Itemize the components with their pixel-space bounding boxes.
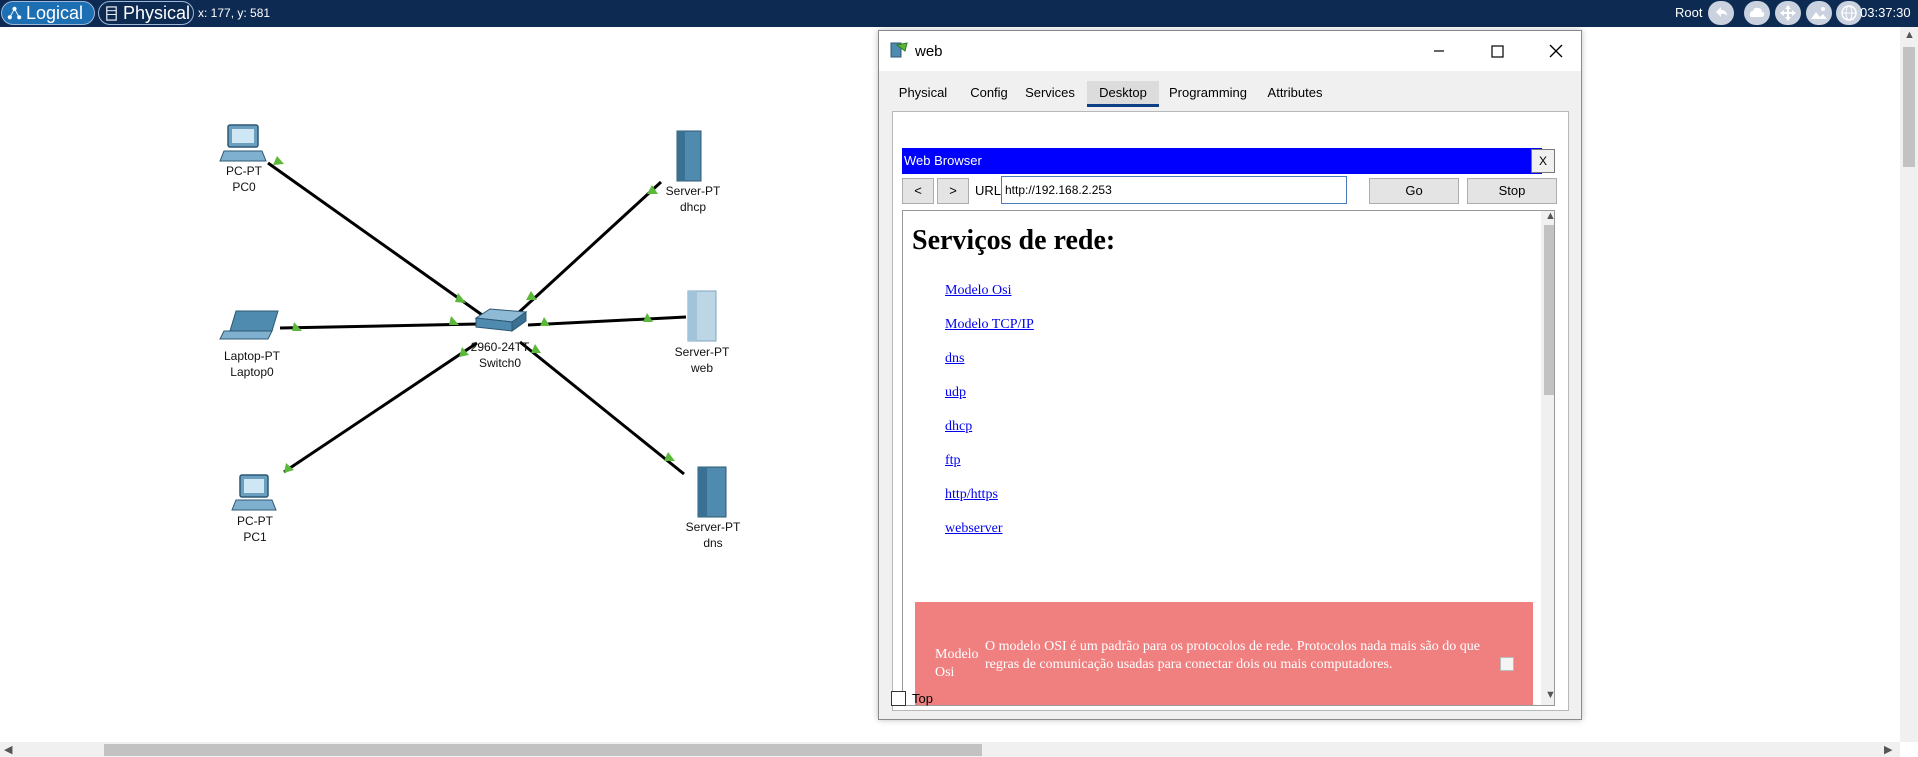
url-input[interactable]: http://192.168.2.253 xyxy=(1001,176,1347,204)
tab-config[interactable]: Config xyxy=(963,81,1015,107)
osi-section-text: O modelo OSI é um padrão para os protoco… xyxy=(985,639,1480,672)
page-scrollbar[interactable]: ▲ ▼ xyxy=(1541,211,1554,705)
device-window: web Physical Config Services Desktop Pro… xyxy=(878,30,1582,720)
scroll-up-icon[interactable]: ▲ xyxy=(1904,29,1915,41)
cursor-coordinates: x: 177, y: 581 xyxy=(198,6,271,20)
cloud-icon[interactable] xyxy=(1744,1,1770,25)
pc1-icon xyxy=(231,474,277,511)
top-bar: Logical Physical x: 177, y: 581 Root 03:… xyxy=(0,0,1918,27)
server-dhcp-icon xyxy=(676,130,702,182)
tab-physical[interactable]: Physical xyxy=(887,81,959,107)
link-web-switch xyxy=(527,315,687,327)
link-status-icon xyxy=(449,316,459,325)
link-webserver[interactable]: webserver xyxy=(945,521,1003,537)
move-icon[interactable] xyxy=(1775,1,1801,25)
workspace-horizontal-scrollbar[interactable]: ◀ ▶ xyxy=(0,742,1900,757)
device-label-switch0[interactable]: 2960-24TT Switch0 xyxy=(468,339,532,371)
back-button[interactable]: < xyxy=(902,178,934,204)
back-icon[interactable] xyxy=(1708,1,1734,25)
topology-links xyxy=(219,124,727,518)
link-laptop0-switch xyxy=(279,322,479,330)
close-icon xyxy=(1549,44,1563,58)
maximize-icon xyxy=(1491,45,1504,58)
scroll-down-icon[interactable]: ▼ xyxy=(1545,689,1554,701)
page-scrollbar-thumb[interactable] xyxy=(1544,225,1554,395)
link-status-icon xyxy=(531,344,541,353)
logical-workspace[interactable]: PC-PT PC0 Laptop-PT Laptop0 PC-PT PC1 29… xyxy=(0,27,870,742)
forward-button[interactable]: > xyxy=(937,178,969,204)
web-page-viewport[interactable]: Serviços de rede: Modelo Osi Modelo TCP/… xyxy=(902,210,1555,706)
window-title: web xyxy=(915,43,943,60)
link-http-https[interactable]: http/https xyxy=(945,487,998,503)
close-button[interactable] xyxy=(1542,39,1570,63)
browser-close-button[interactable]: X xyxy=(1531,149,1555,173)
link-dhcp[interactable]: dhcp xyxy=(945,419,972,435)
link-udp[interactable]: udp xyxy=(945,385,966,401)
link-status-icon xyxy=(273,156,284,165)
device-label-web[interactable]: Server-PT web xyxy=(670,344,734,376)
top-checkbox-label: Top xyxy=(912,691,933,706)
scroll-up-icon[interactable]: ▲ xyxy=(1545,211,1554,222)
image-icon[interactable] xyxy=(1806,1,1832,25)
link-status-icon xyxy=(540,317,550,326)
go-button[interactable]: Go xyxy=(1369,178,1459,204)
vertical-scrollbar-thumb[interactable] xyxy=(1903,47,1915,167)
server-web-icon xyxy=(687,290,717,342)
clock: 03:37:30 xyxy=(1860,5,1911,20)
server-dns-icon xyxy=(697,466,727,518)
physical-view-button[interactable]: Physical xyxy=(98,1,194,25)
stop-button[interactable]: Stop xyxy=(1467,178,1557,204)
web-browser-title: Web Browser xyxy=(902,148,1542,174)
pc0-icon xyxy=(219,124,267,162)
link-modelo-osi[interactable]: Modelo Osi xyxy=(945,283,1012,299)
link-ftp[interactable]: ftp xyxy=(945,453,961,469)
scroll-right-icon[interactable]: ▶ xyxy=(1884,743,1892,756)
device-label-dns[interactable]: Server-PT dns xyxy=(681,519,745,551)
url-label: URL xyxy=(975,183,1002,198)
root-label[interactable]: Root xyxy=(1675,5,1702,20)
scroll-left-icon[interactable]: ◀ xyxy=(4,743,12,756)
tab-services[interactable]: Services xyxy=(1017,81,1083,107)
horizontal-scrollbar-thumb[interactable] xyxy=(104,744,982,756)
link-status-icon xyxy=(664,452,675,461)
osi-section-title: Modelo Osi xyxy=(935,647,979,680)
page-heading: Serviços de rede: xyxy=(912,225,1116,256)
device-label-laptop0[interactable]: Laptop-PT Laptop0 xyxy=(220,348,284,380)
tab-desktop[interactable]: Desktop xyxy=(1087,81,1159,107)
maximize-button[interactable] xyxy=(1483,39,1511,63)
broken-image-icon xyxy=(1500,657,1514,671)
device-label-dhcp[interactable]: Server-PT dhcp xyxy=(661,183,725,215)
logical-icon xyxy=(7,6,22,20)
link-dhcp-switch xyxy=(514,180,663,317)
device-label-pc0[interactable]: PC-PT PC0 xyxy=(224,163,264,195)
switch0-icon xyxy=(474,308,528,332)
packet-tracer-app: Logical Physical x: 177, y: 581 Root 03:… xyxy=(0,0,1918,757)
physical-icon xyxy=(106,6,117,21)
link-dns[interactable]: dns xyxy=(945,351,964,367)
minimize-button[interactable] xyxy=(1425,39,1453,63)
logical-label: Logical xyxy=(26,3,84,23)
link-dns-switch xyxy=(519,340,685,476)
device-label-pc1[interactable]: PC-PT PC1 xyxy=(234,513,276,545)
osi-section: Modelo Osi O modelo OSI é um padrão para… xyxy=(915,602,1533,705)
device-icon xyxy=(890,42,908,58)
logical-view-button[interactable]: Logical xyxy=(1,1,95,25)
link-pc0-switch xyxy=(267,161,486,319)
physical-label: Physical xyxy=(123,3,191,23)
globe-icon[interactable] xyxy=(1836,1,1862,25)
laptop0-icon xyxy=(219,310,279,340)
top-checkbox[interactable] xyxy=(891,691,906,706)
tab-programming[interactable]: Programming xyxy=(1163,81,1253,107)
link-status-icon xyxy=(455,293,466,303)
tab-attributes[interactable]: Attributes xyxy=(1257,81,1333,107)
window-title-bar[interactable]: web xyxy=(879,31,1581,71)
link-pc1-switch xyxy=(283,341,478,474)
desktop-panel: Web Browser X < > URL http://192.168.2.2… xyxy=(892,111,1569,711)
workspace-vertical-scrollbar[interactable]: ▲ xyxy=(1900,27,1918,742)
minimize-icon xyxy=(1434,50,1444,52)
link-modelo-tcpip[interactable]: Modelo TCP/IP xyxy=(945,317,1034,333)
